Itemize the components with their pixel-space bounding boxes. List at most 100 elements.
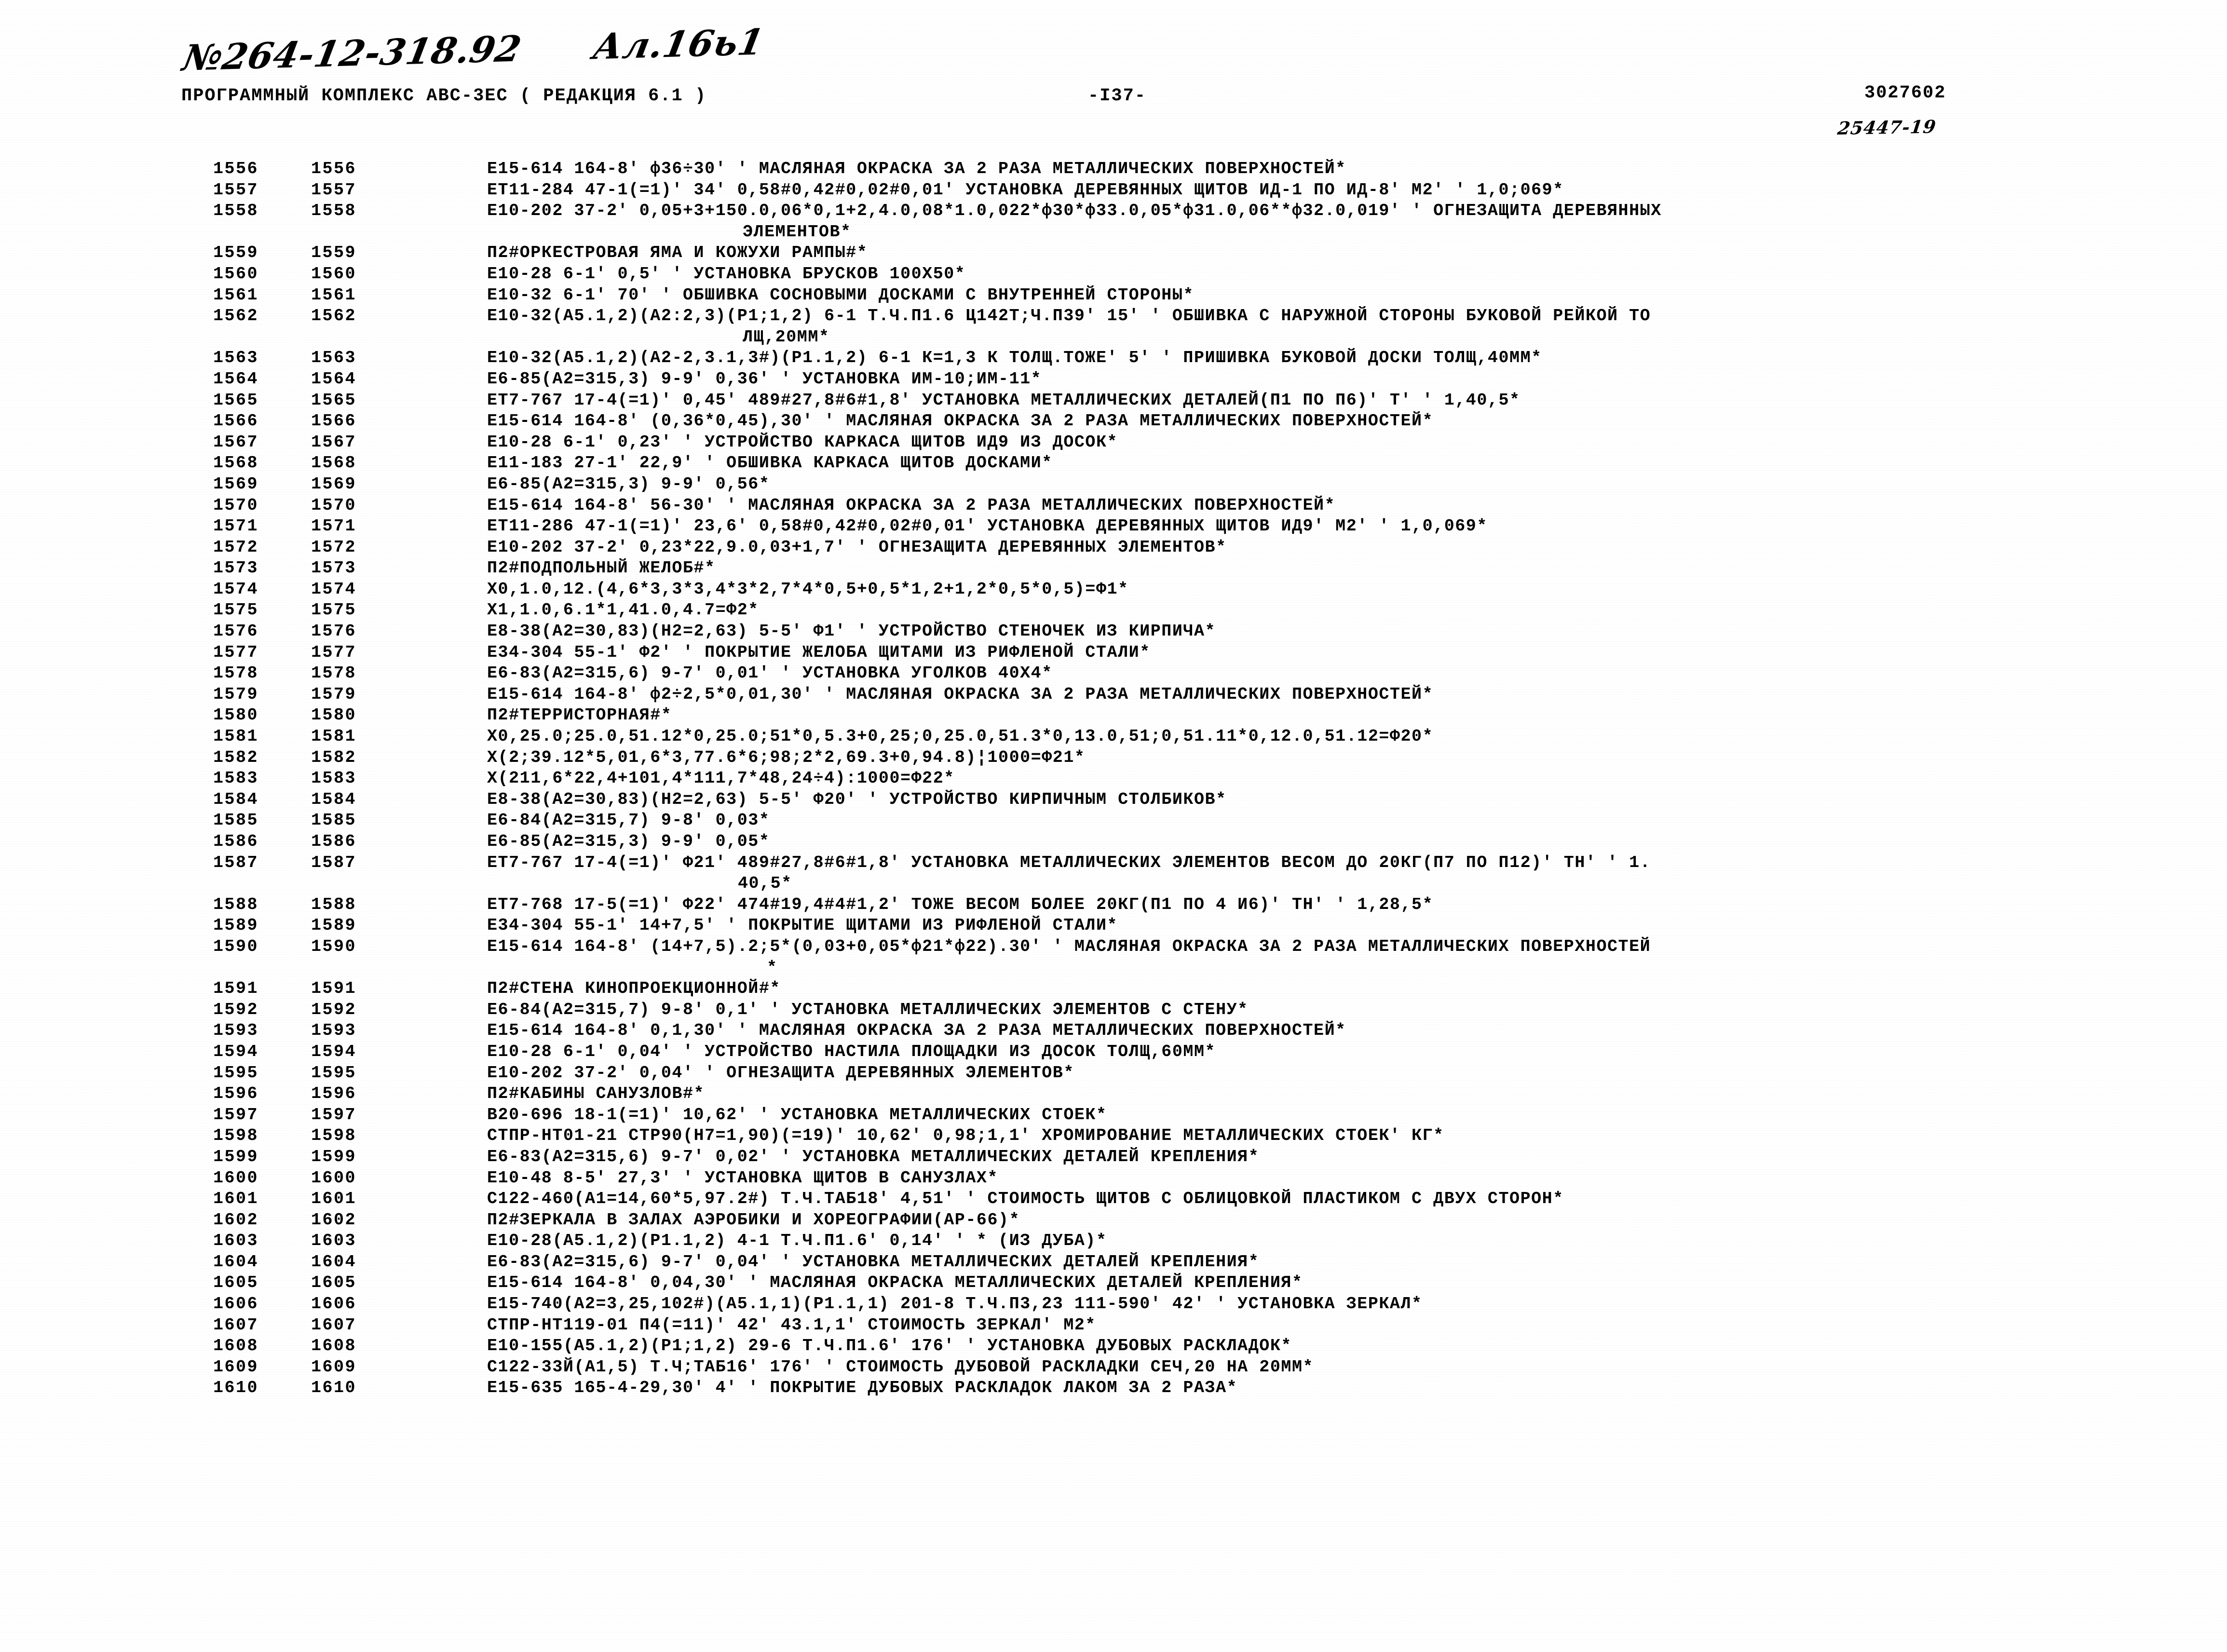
row-index-right: 1606	[311, 1294, 357, 1314]
row-index-left: 1603	[213, 1231, 259, 1251]
row-index-left: 1567	[213, 432, 259, 452]
row-text: Е6-85(А2=315,3) 9-9' 0,36' ' УСТАНОВКА И…	[487, 369, 1042, 389]
listing-row: 1573 1573 П2#ПОДПОЛЬНЫЙ ЖЕЛОБ#*	[0, 558, 2227, 580]
row-index-left: 1590	[213, 936, 259, 956]
row-text: П2#ЗЕРКАЛА В ЗАЛАХ АЭРОБИКИ И ХОРЕОГРАФИ…	[487, 1210, 1020, 1230]
row-text: Е6-85(А2=315,3) 9-9' 0,56*	[487, 474, 770, 494]
row-index-right: 1561	[311, 285, 357, 305]
row-index-left: 1607	[213, 1315, 259, 1335]
row-text: СТПР-НТ01-21 СТР90(Н7=1,90)(=19)' 10,62'…	[487, 1126, 1444, 1146]
listing-body: 1556 1556 Е15-614 164-8' ф36÷30' ' МАСЛЯНА…	[0, 159, 2227, 1399]
row-index-right: 1563	[311, 348, 357, 368]
listing-row: 1608 1608 Е10-155(А5.1,2)(Р1;1,2) 29-6 Т.Ч…	[0, 1336, 2227, 1357]
row-index-right: 1582	[311, 747, 357, 767]
row-text: Е15-614 164-8' ф36÷30' ' МАСЛЯНАЯ ОКРАСК…	[487, 159, 1346, 178]
row-text: ЕТ11-286 47-1(=1)' 23,6' 0,58#0,42#0,02#…	[487, 516, 1488, 536]
row-index-left: 1595	[213, 1063, 259, 1083]
row-text: Е10-28 6-1' 0,5' ' УСТАНОВКА БРУСКОВ 100…	[487, 264, 966, 284]
row-index-left: 1580	[213, 705, 259, 725]
row-text: Е15-740(А2=3,25,102#)(А5.1,1)(Р1.1,1) 20…	[487, 1294, 1423, 1314]
row-index-left: 1599	[213, 1147, 259, 1166]
row-index-left: 1569	[213, 474, 259, 494]
listing-row: 1565 1565 ЕТ7-767 17-4(=1)' 0,45' 489#27,8…	[0, 391, 2227, 412]
row-index-left: 1571	[213, 516, 259, 536]
row-index-right: 1583	[311, 769, 357, 788]
row-index-right: 1599	[311, 1147, 357, 1166]
listing-row: 1563 1563 Е10-32(А5.1,2)(А2-2,3.1,3#)(Р1.1…	[0, 348, 2227, 369]
handwritten-project-code: №264-12-318.92	[179, 28, 525, 79]
row-index-left: 1572	[213, 537, 259, 557]
row-text: Е11-183 27-1' 22,9' ' ОБШИВКА КАРКАСА ЩИ…	[487, 453, 1053, 473]
document-header: ПРОГРАММНЫЙ КОМПЛЕКС АВС-3ЕС ( РЕДАКЦИЯ …	[181, 83, 2169, 139]
row-index-right: 1584	[311, 789, 357, 809]
page-sheet: №264-12-318.92 Ал.16ь1 ПРОГРАММНЫЙ КОМПЛ…	[0, 0, 2227, 1652]
row-index-left: 1575	[213, 600, 259, 620]
listing-row-continuation: 40,5*	[0, 874, 2227, 895]
row-text: Е10-28 6-1' 0,04' ' УСТРОЙСТВО НАСТИЛА П…	[487, 1042, 1216, 1061]
row-text: Х1,1.0,6.1*1,41.0,4.7=Ф2*	[487, 600, 759, 620]
listing-row-continuation: ЛЩ,20ММ*	[0, 327, 2227, 349]
row-text: СТПР-НТ119-01 П4(=11)' 42' 43.1,1' СТОИМ…	[487, 1315, 1096, 1335]
row-index-left: 1573	[213, 558, 259, 578]
row-index-left: 1576	[213, 622, 259, 641]
row-text: П2#ТЕРРИСТОРНАЯ#*	[487, 705, 672, 725]
row-text: С122-460(А1=14,60*5,97.2#) Т.Ч.ТАБ18' 4,…	[487, 1189, 1564, 1209]
row-index-left: 1583	[213, 769, 259, 788]
row-index-right: 1604	[311, 1252, 357, 1272]
listing-row: 1589 1589 Е34-304 55-1' 14+7,5' ' ПОКРЫТИЕ…	[0, 916, 2227, 937]
row-text: Е8-38(А2=30,83)(Н2=2,63) 5-5' Ф20' ' УСТ…	[487, 789, 1227, 809]
listing-row: 1588 1588 ЕТ7-768 17-5(=1)' Ф22' 474#19,4#…	[0, 895, 2227, 916]
row-text: Е10-32(А5.1,2)(А2:2,3)(Р1;1,2) 6-1 Т.Ч.П…	[487, 306, 1651, 326]
row-index-left: 1610	[213, 1378, 259, 1398]
listing-row: 1584 1584 Е8-38(А2=30,83)(Н2=2,63) 5-5' Ф2…	[0, 790, 2227, 811]
row-text: П2#СТЕНА КИНОПРОЕКЦИОННОЙ#*	[487, 979, 781, 999]
row-index-left: 1561	[213, 285, 259, 305]
row-index-right: 1585	[311, 811, 357, 830]
row-index-right: 1600	[311, 1168, 357, 1188]
listing-row: 1566 1566 Е15-614 164-8' (0,36*0,45),30' '…	[0, 411, 2227, 433]
row-index-left: 1585	[213, 811, 259, 830]
row-text: Е15-614 164-8' (0,36*0,45),30' ' МАСЛЯНА…	[487, 411, 1434, 431]
listing-row: 1601 1601 С122-460(А1=14,60*5,97.2#) Т.Ч.Т…	[0, 1189, 2227, 1210]
listing-row-continuation: *	[0, 958, 2227, 979]
row-index-right: 1565	[311, 390, 357, 410]
row-index-right: 1578	[311, 664, 357, 683]
row-index-right: 1605	[311, 1273, 357, 1293]
row-index-right: 1573	[311, 558, 357, 578]
listing-row: 1606 1606 Е15-740(А2=3,25,102#)(А5.1,1)(Р1…	[0, 1294, 2227, 1315]
listing-row: 1568 1568 Е11-183 27-1' 22,9' ' ОБШИВКА КА…	[0, 453, 2227, 474]
row-index-left: 1584	[213, 789, 259, 809]
listing-row: 1600 1600 Е10-48 8-5' 27,3' ' УСТАНОВКА ЩИ…	[0, 1168, 2227, 1190]
row-index-left: 1564	[213, 369, 259, 389]
row-index-left: 1609	[213, 1357, 259, 1377]
row-index-left: 1598	[213, 1126, 259, 1146]
row-index-left: 1563	[213, 348, 259, 368]
row-index-right: 1596	[311, 1084, 357, 1104]
row-text: Е34-304 55-1' 14+7,5' ' ПОКРЫТИЕ ЩИТАМИ …	[487, 916, 1118, 935]
row-index-right: 1592	[311, 1000, 357, 1019]
listing-row-continuation: ЭЛЕМЕНТОВ*	[0, 222, 2227, 244]
row-text: Е15-635 165-4-29,30' 4' ' ПОКРЫТИЕ ДУБОВ…	[487, 1378, 1238, 1398]
row-index-right: 1570	[311, 495, 357, 515]
row-text: Е10-32 6-1' 70' ' ОБШИВКА СОСНОВЫМИ ДОСК…	[487, 285, 1194, 305]
listing-row: 1607 1607 СТПР-НТ119-01 П4(=11)' 42' 43.1,…	[0, 1315, 2227, 1337]
listing-row: 1562 1562 Е10-32(А5.1,2)(А2:2,3)(Р1;1,2) 6…	[0, 306, 2227, 327]
row-index-left: 1588	[213, 894, 259, 914]
row-index-right: 1601	[311, 1189, 357, 1209]
row-index-right: 1576	[311, 622, 357, 641]
row-index-right: 1575	[311, 600, 357, 620]
row-text: П2#КАБИНЫ САНУЗЛОВ#*	[487, 1084, 705, 1104]
listing-row: 1576 1576 Е8-38(А2=30,83)(Н2=2,63) 5-5' Ф1…	[0, 622, 2227, 643]
row-index-left: 1565	[213, 390, 259, 410]
document-number: 3027602	[1864, 83, 1946, 103]
row-text: Е10-28(А5.1,2)(Р1.1,2) 4-1 Т.Ч.П1.6' 0,1…	[487, 1231, 1107, 1251]
row-index-left: 1600	[213, 1168, 259, 1188]
row-index-right: 1590	[311, 936, 357, 956]
row-index-left: 1604	[213, 1252, 259, 1272]
row-text: С122-33Й(А1,5) Т.Ч;ТАБ16' 176' ' СТОИМОС…	[487, 1357, 1314, 1377]
row-text: Е10-48 8-5' 27,3' ' УСТАНОВКА ЩИТОВ В СА…	[487, 1168, 999, 1188]
row-text: Х0,1.0,12.(4,6*3,3*3,4*3*2,7*4*0,5+0,5*1…	[487, 579, 1129, 599]
listing-row: 1581 1581 Х0,25.0;25.0,51.12*0,25.0;51*0,5…	[0, 727, 2227, 748]
row-text: Е6-83(А2=315,6) 9-7' 0,02' ' УСТАНОВКА М…	[487, 1147, 1260, 1166]
row-index-left: 1582	[213, 747, 259, 767]
